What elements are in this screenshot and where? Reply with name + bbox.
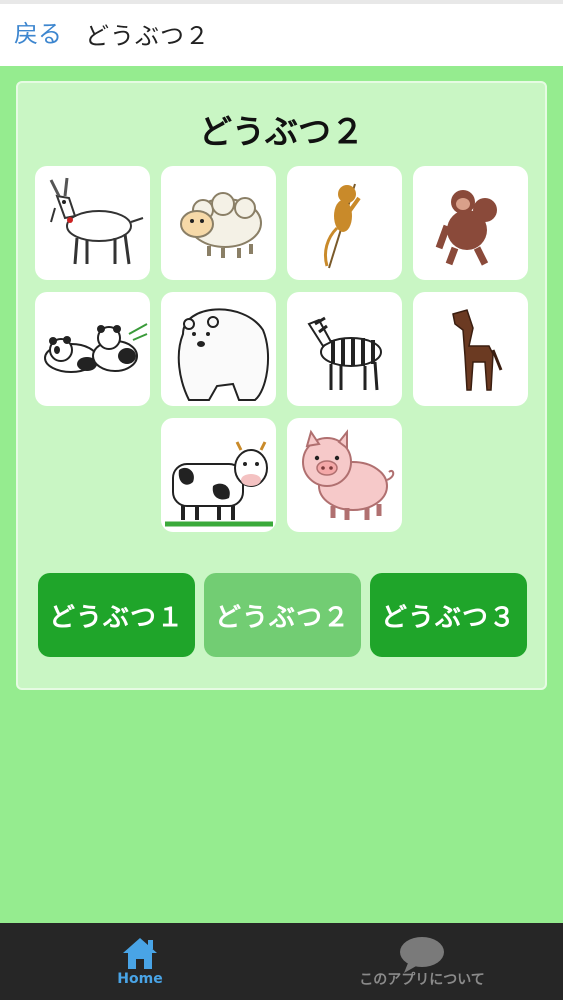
monkey-tile[interactable] (287, 166, 402, 280)
header-title: どうぶつ２ (85, 22, 210, 50)
polar-bear-tile[interactable] (161, 292, 276, 406)
gorilla-image (435, 190, 497, 266)
sheep-image (179, 192, 262, 258)
bottom-nav: Home このアプリについて (0, 923, 563, 1000)
goat-image (49, 177, 143, 265)
horse-tile[interactable] (413, 292, 528, 406)
about-label: このアプリについて (359, 972, 485, 988)
gorilla-tile[interactable] (413, 166, 528, 280)
horse-image (451, 309, 502, 391)
cow-tile[interactable] (161, 418, 276, 532)
animals-1-button[interactable]: どうぶつ１ (38, 573, 195, 657)
monkey-image (323, 183, 361, 269)
home-tab[interactable]: Home (100, 923, 180, 1000)
zebra-tile[interactable] (287, 292, 402, 406)
back-button[interactable]: 戻る (14, 14, 62, 49)
cow-image (164, 441, 273, 527)
animals-3-button[interactable]: どうぶつ３ (370, 573, 527, 657)
home-label: Home (117, 971, 163, 987)
app-header: 戻る どうぶつ２ (0, 0, 563, 66)
pig-tile[interactable] (287, 418, 402, 532)
panel-title: どうぶつ２ (199, 112, 364, 151)
about-tab[interactable]: このアプリについて (342, 923, 502, 1000)
zebra-image (307, 316, 382, 391)
animals-2-button[interactable]: どうぶつ２ (204, 573, 361, 657)
polar-bear-image (177, 308, 269, 401)
panda-tile[interactable] (35, 292, 150, 406)
goat-tile[interactable] (35, 166, 150, 280)
sheep-tile[interactable] (161, 166, 276, 280)
animal-panel: どうぶつ２ どうぶつ１ どうぶつ２ どうぶつ３ (16, 81, 547, 690)
pig-image (301, 429, 394, 520)
home-icon (123, 938, 157, 969)
panda-image (43, 323, 147, 373)
